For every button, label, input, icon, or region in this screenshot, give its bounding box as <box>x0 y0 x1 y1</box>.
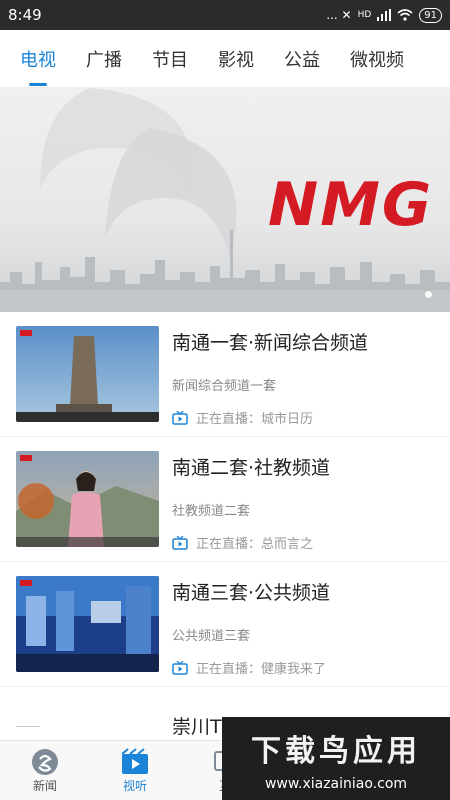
channel-thumbnail <box>16 451 159 547</box>
nav-label: 新闻 <box>32 779 57 793</box>
news-icon <box>32 749 58 775</box>
category-tabs: 电视 广播 节目 影视 公益 微视频 <box>0 30 450 88</box>
nav-video[interactable]: 视听 <box>90 741 180 800</box>
channel-title: 南通三套·公共频道 <box>172 582 331 604</box>
live-tv-icon <box>172 410 188 425</box>
live-tv-icon <box>172 660 188 675</box>
wifi-icon <box>397 9 413 21</box>
channel-thumbnail <box>16 326 159 422</box>
carousel-indicator-dot[interactable] <box>425 291 432 298</box>
banner-carousel[interactable]: NMG <box>0 88 450 312</box>
tab-programs[interactable]: 节目 <box>152 46 188 72</box>
live-program-text: 正在直播：城市日历 <box>196 412 314 427</box>
watermark-overlay: 下载鸟应用 www.xiazainiao.com <box>222 717 450 800</box>
live-status: 正在直播：总而言之 <box>172 533 434 552</box>
watermark-title: 下载鸟应用 <box>251 733 421 769</box>
tab-micro-video[interactable]: 微视频 <box>350 46 404 72</box>
hd-signal-icon: HD <box>357 10 372 20</box>
nav-label: 视听 <box>122 779 147 793</box>
channel-item[interactable]: 南通二套·社教频道 社教频道二套 正在直播：总而言之 <box>0 437 450 562</box>
status-time: 8:49 <box>8 6 42 24</box>
live-status: 正在直播：城市日历 <box>172 408 434 427</box>
notification-icons: ... ✕ <box>326 8 352 22</box>
studio-thumbnail-image <box>16 576 159 672</box>
channel-subtitle: 新闻综合频道一套 <box>172 379 277 394</box>
channel-list: 南通一套·新闻综合频道 新闻综合频道一套 正在直播：城市日历 南通二套·社教频道… <box>0 312 450 687</box>
channel-subtitle: 社教频道二套 <box>172 504 251 519</box>
presenter-thumbnail-image <box>16 451 159 547</box>
battery-indicator: 91 <box>419 7 442 23</box>
nav-news[interactable]: 新闻 <box>0 741 90 800</box>
channel-item[interactable]: 南通一套·新闻综合频道 新闻综合频道一套 正在直播：城市日历 <box>0 312 450 437</box>
city-skyline-graphic <box>0 230 450 312</box>
partial-thumbnail-edge <box>16 726 40 727</box>
live-program-text: 正在直播：健康我来了 <box>196 662 327 677</box>
tab-radio[interactable]: 广播 <box>86 46 122 72</box>
channel-subtitle: 公共频道三套 <box>172 629 251 644</box>
video-icon <box>121 748 148 774</box>
status-icons: ... ✕ HD 91 <box>326 7 442 23</box>
channel-title: 南通一套·新闻综合频道 <box>172 332 369 354</box>
watermark-url: www.xiazainiao.com <box>264 775 408 792</box>
channel-item[interactable]: 南通三套·公共频道 公共频道三套 正在直播：健康我来了 <box>0 562 450 687</box>
tab-public-welfare[interactable]: 公益 <box>284 46 320 72</box>
live-tv-icon <box>172 535 188 550</box>
status-bar: 8:49 ... ✕ HD 91 <box>0 0 450 30</box>
live-status: 正在直播：健康我来了 <box>172 658 434 677</box>
tab-film[interactable]: 影视 <box>218 46 254 72</box>
channel-title: 崇川T <box>172 716 222 738</box>
channel-title: 南通二套·社教频道 <box>172 457 331 479</box>
live-program-text: 正在直播：总而言之 <box>196 537 314 552</box>
tab-tv[interactable]: 电视 <box>20 46 56 72</box>
channel-thumbnail <box>16 576 159 672</box>
monument-thumbnail-image <box>16 326 159 422</box>
signal-icon <box>377 9 392 21</box>
